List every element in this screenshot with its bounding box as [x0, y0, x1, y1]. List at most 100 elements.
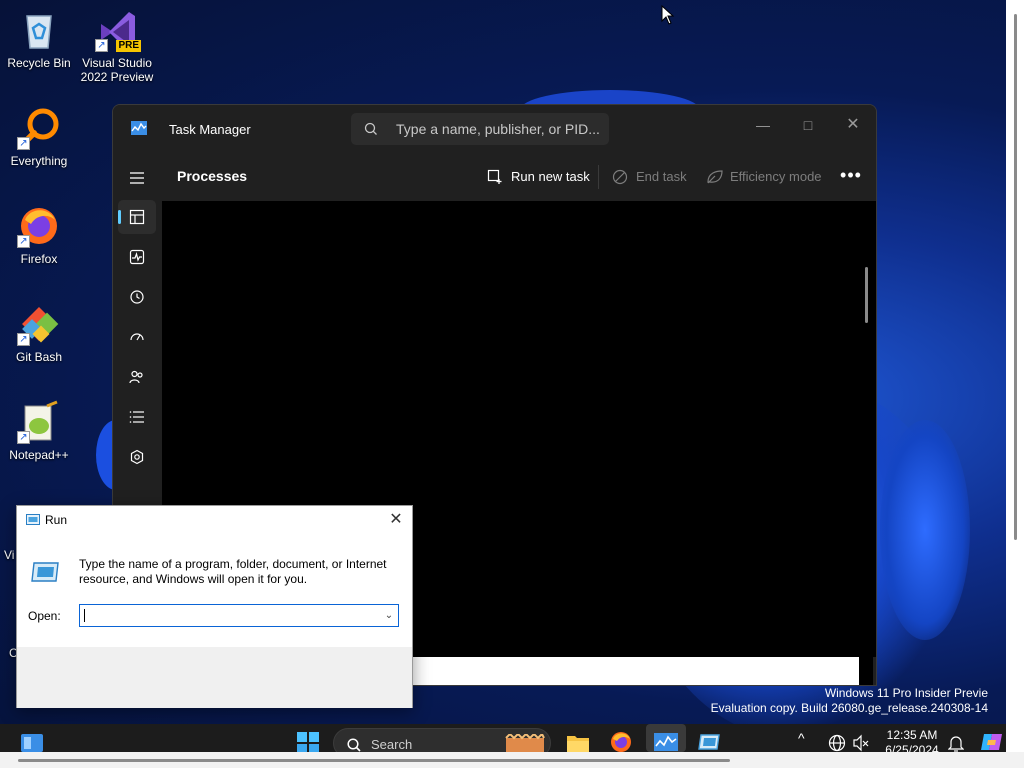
search-icon	[347, 738, 361, 752]
performance-icon	[129, 249, 145, 265]
run-title: Run	[45, 513, 68, 527]
everything-search-icon: ↗	[17, 106, 61, 150]
host-vertical-scrollbar[interactable]	[1006, 0, 1024, 768]
visual-studio-icon: PRE ↗	[95, 8, 141, 52]
more-options-button[interactable]: •••	[836, 165, 866, 189]
run-new-task-button[interactable]: Run new task	[487, 167, 590, 187]
notifications-button[interactable]	[947, 734, 970, 752]
git-bash-icon: ↗	[17, 302, 61, 346]
end-task-button[interactable]: End task	[612, 167, 688, 187]
mouse-cursor-icon	[661, 5, 675, 25]
leaf-icon	[707, 170, 723, 184]
desktop-icon-label: Recycle Bin	[7, 56, 71, 70]
task-manager-icon	[654, 733, 678, 751]
start-button[interactable]	[297, 732, 319, 752]
clock-time: 12:35 AM	[886, 728, 938, 742]
speaker-muted-icon	[853, 734, 869, 752]
desktop-icon-label: Git Bash	[15, 350, 63, 364]
windows-logo-icon	[297, 732, 319, 752]
scrollbar-thumb[interactable]	[865, 267, 868, 323]
shortcut-arrow-icon: ↗	[95, 39, 108, 52]
clock-date: 6/25/2024	[885, 743, 939, 752]
system-clock[interactable]: 12:35 AM 6/25/2024	[874, 728, 950, 752]
scrollbar-thumb[interactable]	[1014, 14, 1017, 540]
run-new-task-label: Run new task	[511, 169, 590, 184]
users-icon	[129, 370, 143, 384]
bell-icon	[947, 736, 965, 752]
close-button[interactable]: ✕	[838, 113, 868, 137]
tray-volume[interactable]	[852, 734, 874, 752]
nav-users[interactable]	[118, 360, 156, 394]
chevron-down-icon[interactable]: ⌄	[382, 608, 396, 623]
run-description: Type the name of a program, folder, docu…	[79, 557, 387, 586]
shortcut-arrow-icon: ↗	[17, 235, 30, 248]
taskbar-run[interactable]	[698, 734, 720, 752]
taskbar-file-explorer[interactable]	[566, 733, 589, 752]
run-close-button[interactable]: ✕	[386, 510, 406, 530]
widgets-icon	[21, 734, 43, 752]
app-history-icon	[130, 290, 144, 304]
wallpaper-bloom	[880, 420, 970, 640]
open-input[interactable]	[82, 606, 372, 625]
desktop-icon-everything[interactable]: ↗ Everything	[1, 106, 77, 168]
shortcut-arrow-icon: ↗	[17, 431, 30, 444]
globe-icon	[828, 734, 846, 752]
nav-performance[interactable]	[118, 240, 156, 274]
open-combobox[interactable]: ⌄	[79, 604, 399, 627]
widgets-button[interactable]	[20, 733, 43, 752]
run-app-icon	[26, 514, 40, 525]
tray-network[interactable]	[828, 734, 850, 752]
shortcut-arrow-icon: ↗	[17, 137, 30, 150]
startup-apps-icon	[130, 333, 144, 341]
window-title: Task Manager	[169, 122, 251, 137]
search-box[interactable]: Type a name, publisher, or PID...	[351, 113, 609, 145]
desktop-icon-recycle-bin[interactable]: Recycle Bin	[1, 8, 77, 70]
desktop-icon-git-bash[interactable]: ↗ Git Bash	[1, 302, 77, 364]
desktop-icon-firefox[interactable]: ↗ Firefox	[1, 204, 77, 266]
watermark-line: Evaluation copy. Build 26080.ge_release.…	[710, 701, 988, 715]
page-title: Processes	[177, 168, 248, 184]
nav-details[interactable]	[118, 400, 156, 434]
nav-services[interactable]	[118, 440, 156, 474]
copilot-icon	[981, 734, 1002, 750]
task-manager-logo-icon	[131, 121, 147, 135]
desktop-icon-label: Notepad++	[9, 448, 69, 462]
scrollbar-thumb[interactable]	[18, 759, 730, 762]
title-bar[interactable]: Task Manager Type a name, publisher, or …	[113, 105, 876, 153]
search-highlight-icon	[505, 734, 545, 752]
vertical-scrollbar[interactable]	[859, 265, 873, 685]
run-dialog-icon	[31, 562, 59, 582]
hamburger-menu-button[interactable]	[118, 161, 156, 195]
host-horizontal-scrollbar[interactable]	[0, 752, 1024, 768]
search-placeholder: Type a name, publisher, or PID...	[396, 121, 600, 137]
desktop-icon-notepadpp[interactable]: ↗ Notepad++	[1, 400, 77, 462]
details-icon	[129, 411, 144, 423]
end-task-label: End task	[636, 169, 687, 184]
nav-processes[interactable]	[118, 200, 156, 234]
desktop-icon-label: Firefox	[20, 252, 58, 266]
nav-app-history[interactable]	[118, 280, 156, 314]
tray-overflow-button[interactable]: ^	[798, 730, 805, 746]
efficiency-mode-button[interactable]: Efficiency mode	[706, 167, 824, 187]
watermark-line: Windows 11 Pro Insider Previe	[824, 686, 988, 700]
taskbar: Search ^ 12:35 AM 6/25/2024	[0, 724, 1006, 752]
desktop-icon-label-partial: Vi	[4, 548, 15, 562]
desktop-icon-visual-studio[interactable]: PRE ↗ Visual Studio 2022 Preview	[79, 8, 155, 84]
firefox-icon: ↗	[17, 204, 61, 248]
taskbar-task-manager[interactable]	[654, 733, 678, 752]
preview-badge: PRE	[116, 40, 141, 52]
recycle-bin-icon	[17, 8, 61, 52]
taskbar-search-box[interactable]: Search	[333, 728, 551, 752]
command-separator	[598, 165, 599, 189]
run-title-bar[interactable]: Run ✕	[17, 506, 412, 534]
end-task-icon	[612, 169, 628, 185]
copilot-button[interactable]	[980, 732, 1002, 752]
taskbar-search-label: Search	[371, 737, 413, 752]
minimize-button[interactable]: —	[748, 113, 778, 137]
run-new-task-icon	[487, 169, 502, 184]
nav-startup-apps[interactable]	[118, 320, 156, 354]
maximize-button[interactable]: □	[793, 113, 823, 137]
run-app-icon	[698, 734, 720, 750]
open-label: Open:	[28, 609, 61, 623]
taskbar-firefox[interactable]	[610, 731, 632, 752]
